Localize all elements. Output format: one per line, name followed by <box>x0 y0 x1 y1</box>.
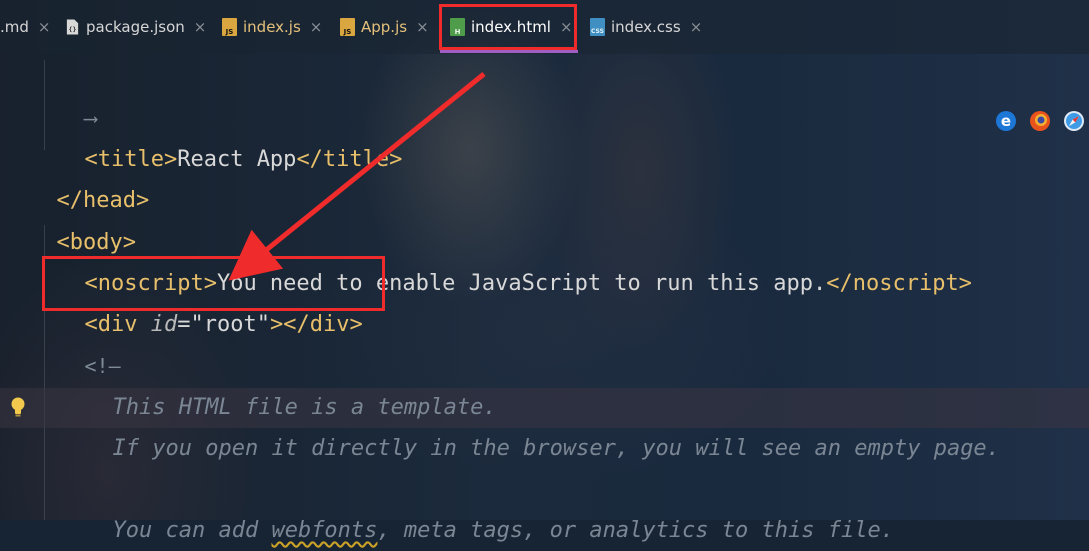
svg-text:e: e <box>1001 112 1011 130</box>
browser-preview-icons: e <box>994 108 1086 134</box>
firefox-icon[interactable] <box>1028 109 1052 133</box>
comment-text: You can add <box>112 518 272 543</box>
annotation-arrow <box>228 72 486 281</box>
spellcheck-word: webfonts <box>271 518 378 543</box>
comment-text: , meta tags, or analytics to this file. <box>377 518 894 543</box>
edge-icon[interactable]: e <box>994 109 1018 133</box>
safari-icon[interactable] <box>1062 109 1086 133</box>
